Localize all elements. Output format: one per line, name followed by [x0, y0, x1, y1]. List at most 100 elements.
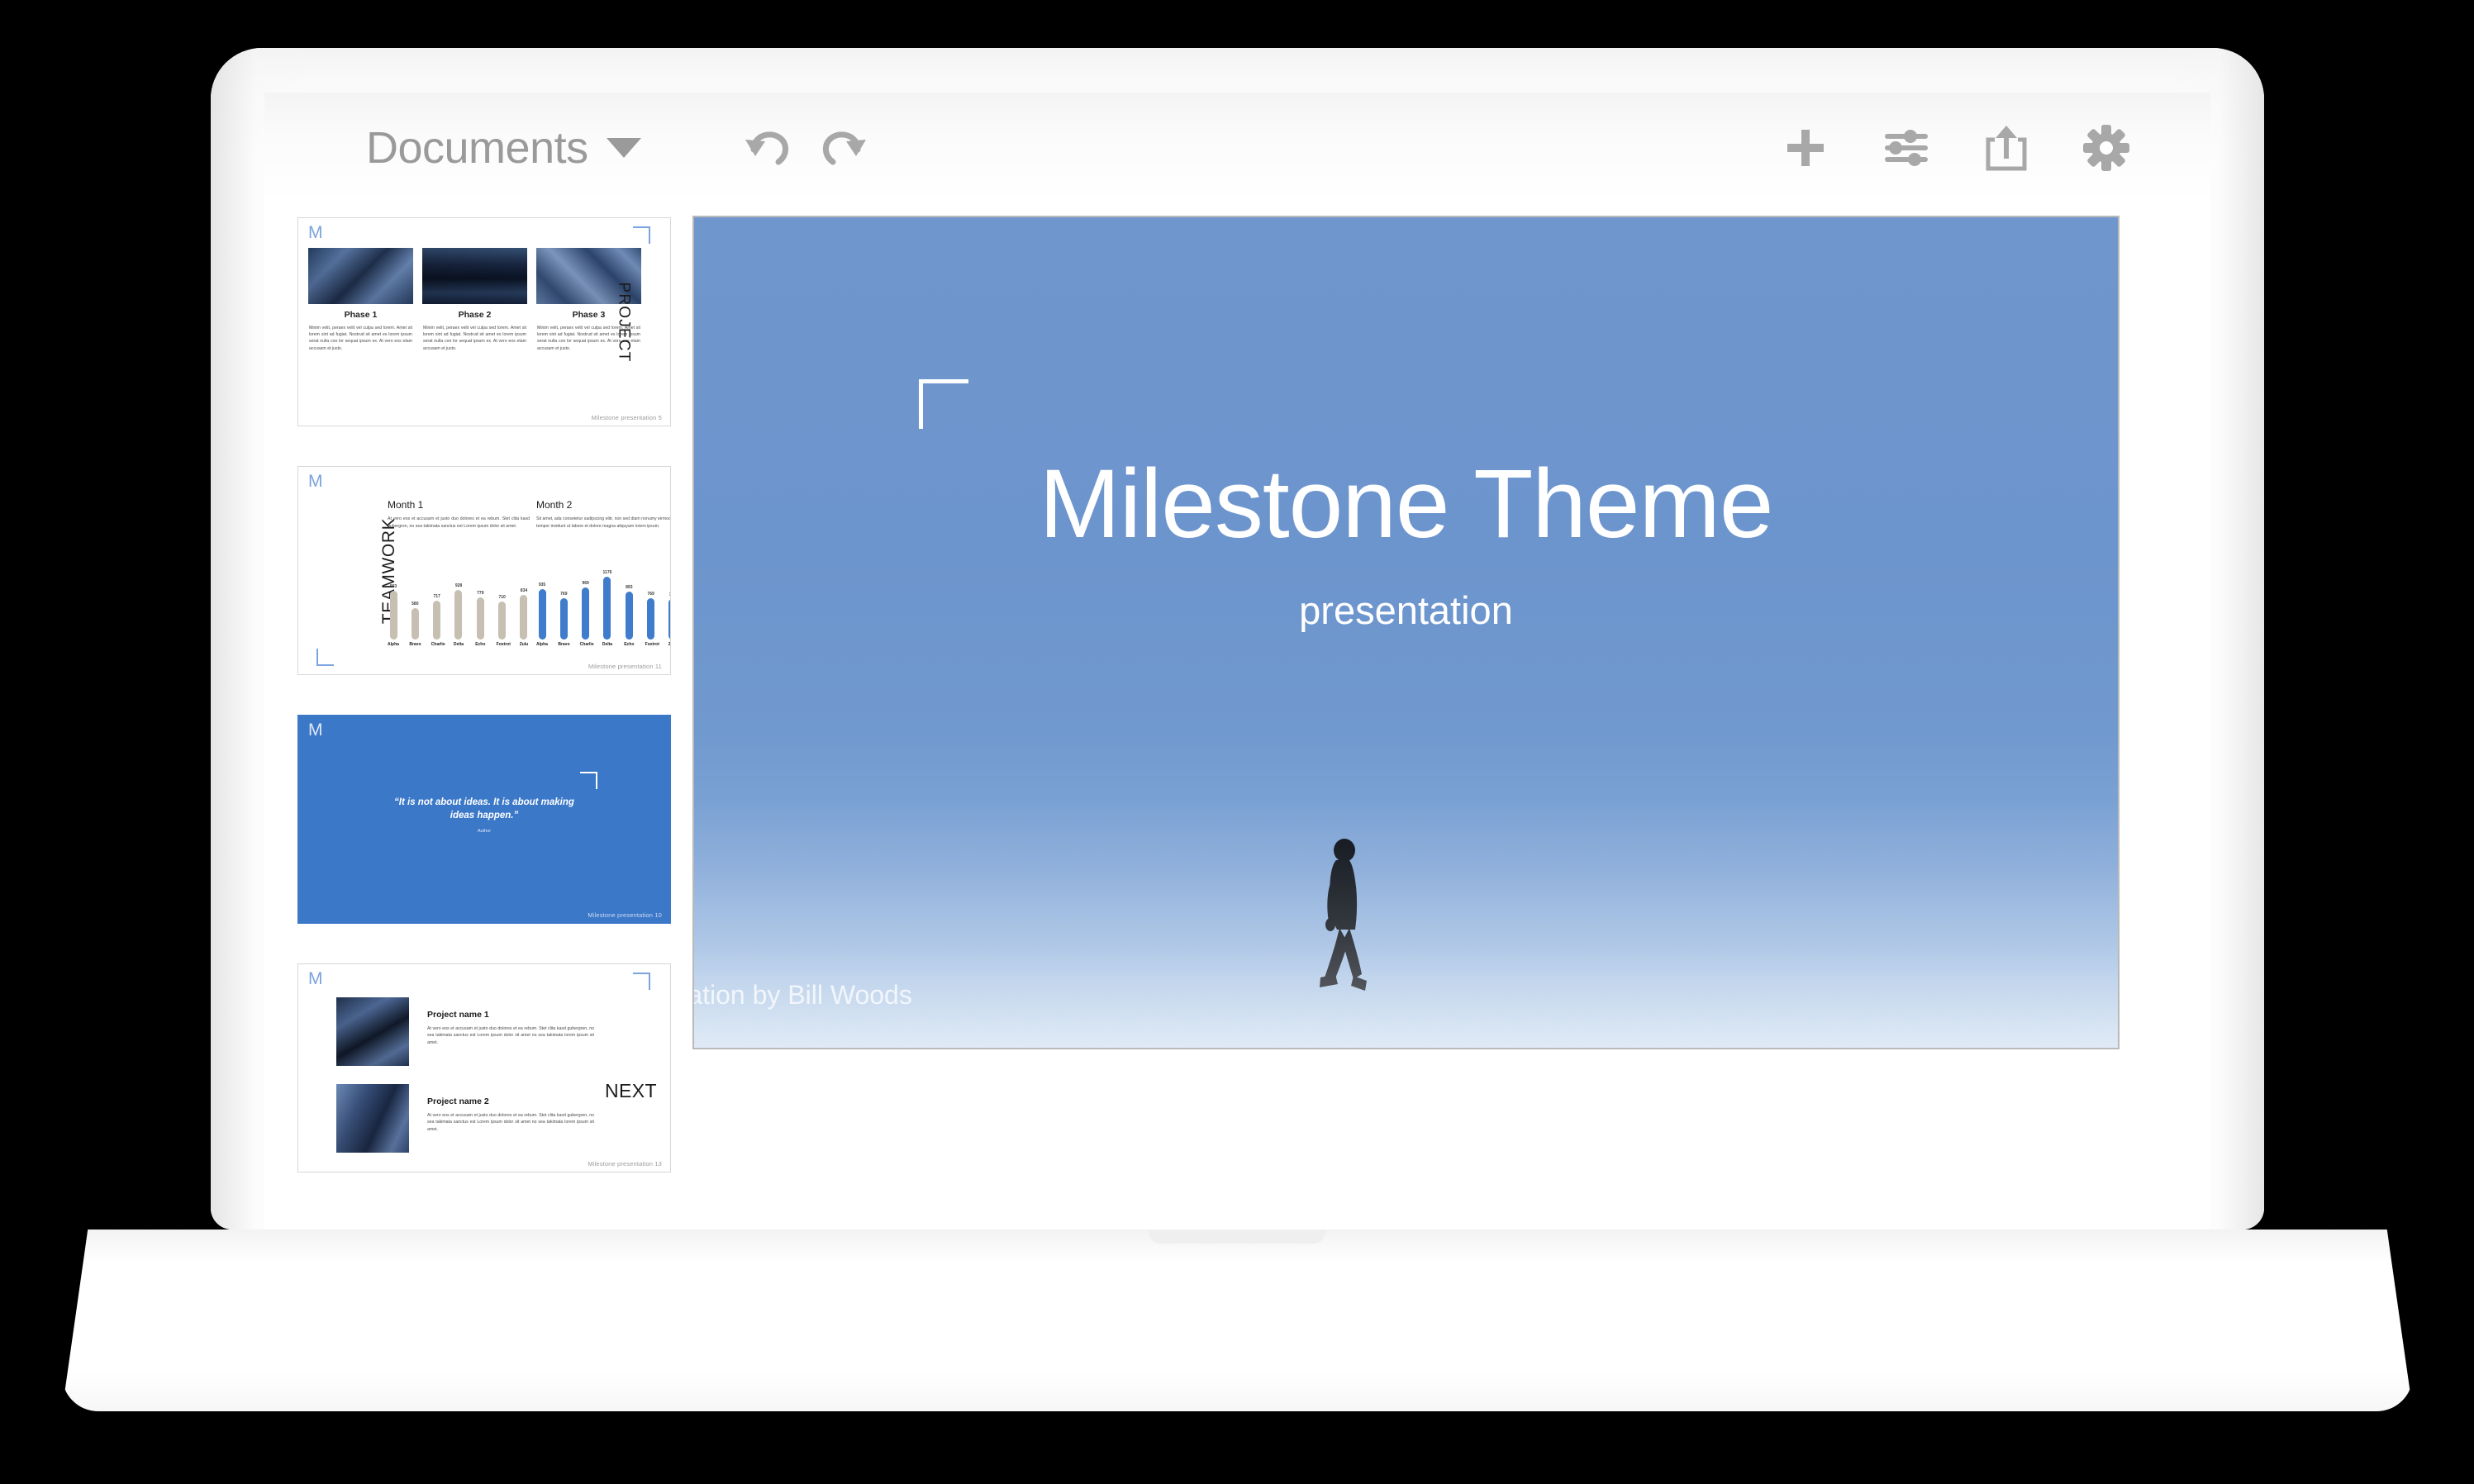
slide-footer: Milestone presentation 13: [588, 1160, 662, 1168]
workspace: M Phase 1 Minim velit, peraex velit vel …: [264, 202, 2210, 1230]
month1-text-block: Month 1 At vero eos et accusam et justo …: [388, 500, 530, 530]
walking-person-silhouette-icon: [1320, 839, 1367, 991]
bar-value-label: 769: [560, 592, 568, 597]
sliders-icon[interactable]: [1883, 126, 1929, 169]
month2-heading: Month 2: [536, 499, 573, 511]
bar: [559, 598, 568, 640]
slide-thumbnail-quote[interactable]: M “It is not about ideas. It is about ma…: [297, 715, 671, 924]
bar-value-label: 717: [433, 594, 440, 599]
bar: [433, 601, 441, 640]
bar: [411, 608, 419, 640]
bar-item: 1176: [602, 567, 613, 640]
bar-item: 748: [667, 567, 670, 640]
corner-bracket-icon: [919, 379, 968, 429]
quote-text: “It is not about ideas. It is about maki…: [394, 797, 574, 820]
screenshot-stage: Documents M Phase 1 Minim velit, peraex …: [0, 0, 2474, 1484]
chevron-down-icon: [606, 137, 641, 158]
quote-block: “It is not about ideas. It is about maki…: [381, 797, 588, 833]
slide-thumbnail-teamwork[interactable]: M TEAMWORK Month 1 At vero eos et accusa…: [297, 466, 671, 675]
phase-item: Phase 2 Minim velit, peraex velit vel cu…: [422, 248, 527, 352]
slide-logo: M: [308, 472, 323, 491]
vertical-section-label: PROJECT: [615, 281, 633, 363]
bar-category-label: Zulu: [668, 642, 671, 647]
bar: [520, 595, 528, 640]
slide-logo: M: [308, 969, 323, 988]
bar-category-label: Charlie: [579, 642, 594, 647]
plus-icon[interactable]: [1784, 126, 1827, 169]
laptop-base: [62, 1230, 2413, 1411]
bar: [454, 590, 463, 640]
slide-thumbnail-rail[interactable]: M Phase 1 Minim velit, peraex velit vel …: [264, 202, 694, 1230]
bar: [476, 597, 484, 640]
project-image: [336, 1084, 409, 1153]
bar-value-label: 903: [389, 584, 397, 589]
bar-category-label: Alpha: [536, 642, 548, 647]
bar-labels: Alpha Bravo Charlie Delta Echo Foxtrot Zulu: [388, 643, 530, 647]
slide-thumbnail-project[interactable]: M Phase 1 Minim velit, peraex velit vel …: [297, 217, 671, 426]
bar-value-label: 928: [454, 583, 463, 588]
active-slide[interactable]: Milestone Theme presentation ation by Bi…: [694, 217, 2118, 1048]
phase-image: [422, 248, 527, 304]
toolbar-actions: [1784, 124, 2129, 171]
gear-icon[interactable]: [2083, 124, 2129, 171]
project-title: Project name 1: [427, 1010, 489, 1020]
project-body: At vero eos et accusam et justo duo dolo…: [427, 1112, 594, 1132]
bar: [582, 587, 590, 640]
bar-item: 717: [431, 567, 443, 640]
slide-footer: Milestone presentation 5: [591, 414, 662, 421]
bar-value-label: 769: [647, 592, 654, 597]
horizon-gradient: [694, 800, 2118, 1048]
documents-label: Documents: [366, 122, 588, 173]
share-upload-icon[interactable]: [1986, 125, 2027, 171]
bar-value-label: 779: [477, 591, 484, 596]
phase-item: Phase 1 Minim velit, peraex velit vel cu…: [308, 248, 413, 352]
bar-category-label: Bravo: [409, 642, 421, 647]
corner-bracket-icon: [580, 772, 597, 789]
bar-category-label: Echo: [624, 642, 635, 647]
app-screen: Documents M Phase 1 Minim velit, peraex …: [264, 93, 2210, 1230]
project-body: At vero eos et accusam et justo duo dolo…: [427, 1025, 594, 1045]
project-text: Project name 2 At vero eos et accusam et…: [427, 1084, 594, 1134]
undo-redo-group: [742, 125, 869, 171]
month1-body: At vero eos et accusam et justo duo dolo…: [388, 516, 530, 529]
slide-canvas[interactable]: Milestone Theme presentation ation by Bi…: [694, 202, 2210, 1230]
bar: [389, 591, 397, 640]
month1-heading: Month 1: [388, 499, 424, 511]
slide-footer: Milestone presentation 11: [588, 663, 662, 670]
bar-category-label: Delta: [602, 642, 613, 647]
phases-group: Phase 1 Minim velit, peraex velit vel cu…: [308, 248, 641, 352]
slide-logo: M: [308, 721, 323, 740]
bar-value-label: 710: [498, 595, 506, 600]
bar-item: 935: [536, 567, 548, 640]
bar-value-label: 893: [626, 585, 633, 590]
quote-author: Author: [477, 828, 492, 834]
corner-bracket-icon: [316, 649, 334, 666]
corner-bracket-icon: [633, 973, 650, 990]
bar-category-label: Foxtrot: [496, 642, 511, 647]
bar: [538, 589, 546, 640]
bar-value-label: 1176: [602, 570, 612, 575]
undo-arrow-icon[interactable]: [742, 125, 793, 171]
bar-item: 893: [623, 567, 635, 640]
bars-container: 903 580 717 928 779 710 834: [388, 567, 530, 640]
bar-category-label: Foxtrot: [645, 642, 659, 647]
bar-chart-month2: 935 769 969 1176 893 769 748 Alpha Bravo Charlie…: [536, 567, 671, 656]
bar-item: 969: [580, 567, 592, 640]
bar-item: 903: [388, 567, 399, 640]
bar: [647, 598, 655, 640]
bar-item: 580: [409, 567, 421, 640]
project-item: Project name 1 At vero eos et accusam et…: [336, 997, 594, 1066]
slide-credit-text: Presentation by Bill Woods: [694, 980, 912, 1010]
project-image: [336, 997, 409, 1066]
redo-arrow-icon[interactable]: [818, 125, 869, 171]
documents-dropdown[interactable]: Documents: [366, 126, 641, 170]
bar: [668, 599, 670, 640]
slide-footer: Milestone presentation 10: [588, 911, 662, 919]
bar-item: 834: [518, 567, 530, 640]
bar-value-label: 935: [538, 583, 546, 587]
slide-thumbnail-next[interactable]: M Project name 1 At vero eos et accusam …: [297, 963, 671, 1172]
bar-labels: Alpha Bravo Charlie Delta Echo Foxtrot Zulu: [536, 642, 671, 647]
bar-item: 710: [497, 567, 508, 640]
slide-logo: M: [308, 223, 323, 242]
month2-text-block: Month 2 Sit amet, ada consetetur sadipsc…: [536, 499, 670, 530]
